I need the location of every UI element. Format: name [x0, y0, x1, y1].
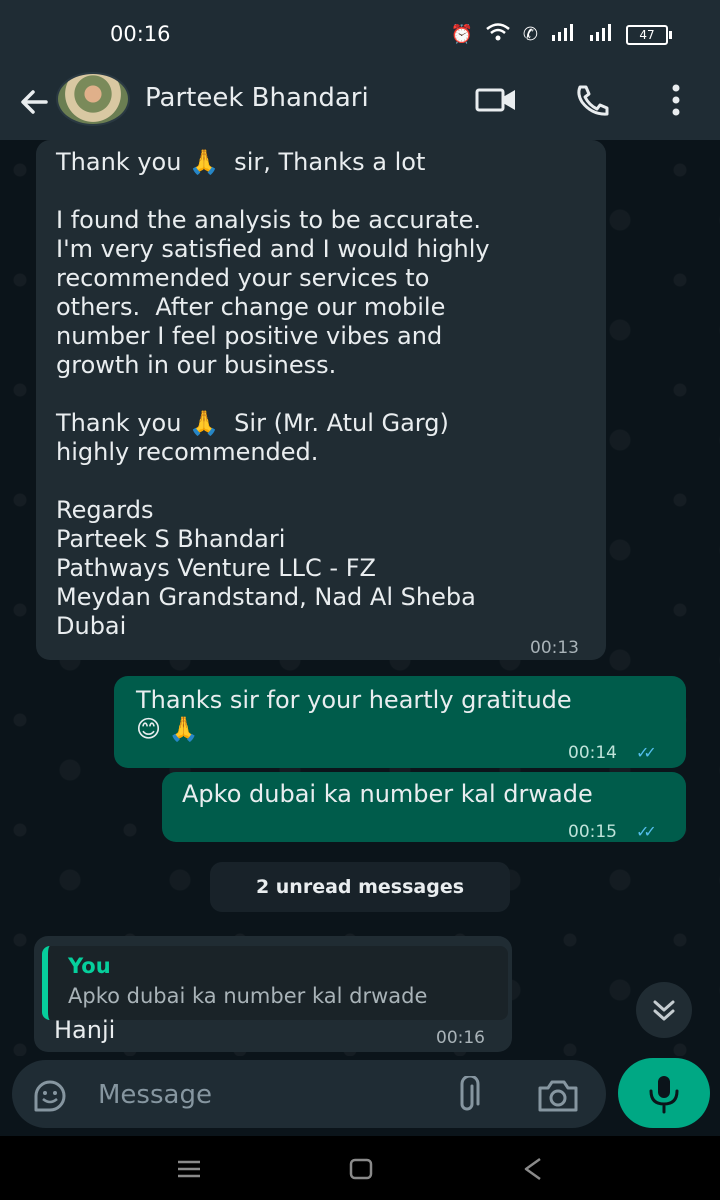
back-arrow-icon[interactable] [16, 84, 52, 120]
camera-icon[interactable] [536, 1078, 580, 1114]
phone-icon[interactable] [572, 82, 616, 118]
quote-author: You [68, 954, 111, 978]
outgoing-message[interactable]: Thanks sir for your heartly gratitude 😊 … [114, 676, 686, 768]
message-text: Hanji [54, 1016, 116, 1044]
status-bar: 00:16 ⏰ ✆ 47 [0, 0, 720, 70]
read-receipt-icon: ✓✓ [636, 822, 657, 841]
status-time: 00:16 [110, 22, 171, 46]
message-time: 00:13 [530, 638, 579, 658]
mic-icon [649, 1076, 679, 1114]
message-input[interactable]: Message [12, 1060, 606, 1128]
message-text: Thank you 🙏 sir, Thanks a lot I found th… [56, 148, 490, 640]
recent-apps-icon[interactable] [174, 1154, 204, 1184]
message-time: 00:14 [568, 743, 617, 763]
composer-bar: Message [0, 1056, 720, 1136]
more-vert-icon[interactable] [656, 82, 696, 118]
message-time: 00:15 [568, 822, 617, 842]
incoming-message[interactable]: Thank you 🙏 sir, Thanks a lot I found th… [36, 140, 606, 660]
alarm-icon: ⏰ [450, 24, 473, 45]
message-time: 00:16 [436, 1028, 485, 1048]
unread-divider: 2 unread messages [210, 862, 510, 912]
attachment-icon[interactable] [452, 1076, 482, 1116]
message-text: Apko dubai ka number kal drwade [182, 780, 593, 808]
wifi-icon [485, 22, 511, 47]
message-text: Thanks sir for your heartly gratitude 😊 … [136, 686, 572, 743]
outgoing-message[interactable]: Apko dubai ka number kal drwade 00:15 ✓✓ [162, 772, 686, 842]
contact-name[interactable]: Parteek Bhandari [145, 83, 369, 113]
mic-button[interactable] [618, 1058, 710, 1128]
scroll-to-bottom-button[interactable] [636, 982, 692, 1038]
system-nav-bar [0, 1136, 720, 1200]
home-icon[interactable] [346, 1154, 376, 1184]
status-icons: ⏰ ✆ 47 [450, 22, 672, 47]
quote-text: Apko dubai ka number kal drwade [68, 984, 428, 1008]
volte-call-icon: ✆ [522, 24, 538, 45]
quoted-message[interactable]: You Apko dubai ka number kal drwade [42, 946, 508, 1020]
chat-header: Parteek Bhandari [0, 70, 720, 140]
message-placeholder: Message [98, 1080, 212, 1110]
battery-icon: 47 [626, 24, 672, 45]
sticker-icon[interactable] [32, 1078, 68, 1114]
signal-icon-1 [550, 23, 576, 46]
contact-avatar[interactable] [56, 72, 130, 126]
chevron-double-down-icon [653, 1000, 675, 1021]
chat-area[interactable]: Thank you 🙏 sir, Thanks a lot I found th… [0, 140, 720, 1056]
video-call-icon[interactable] [474, 82, 518, 118]
read-receipt-icon: ✓✓ [636, 743, 657, 762]
back-nav-icon[interactable] [518, 1154, 548, 1184]
signal-icon-2 [588, 23, 614, 46]
